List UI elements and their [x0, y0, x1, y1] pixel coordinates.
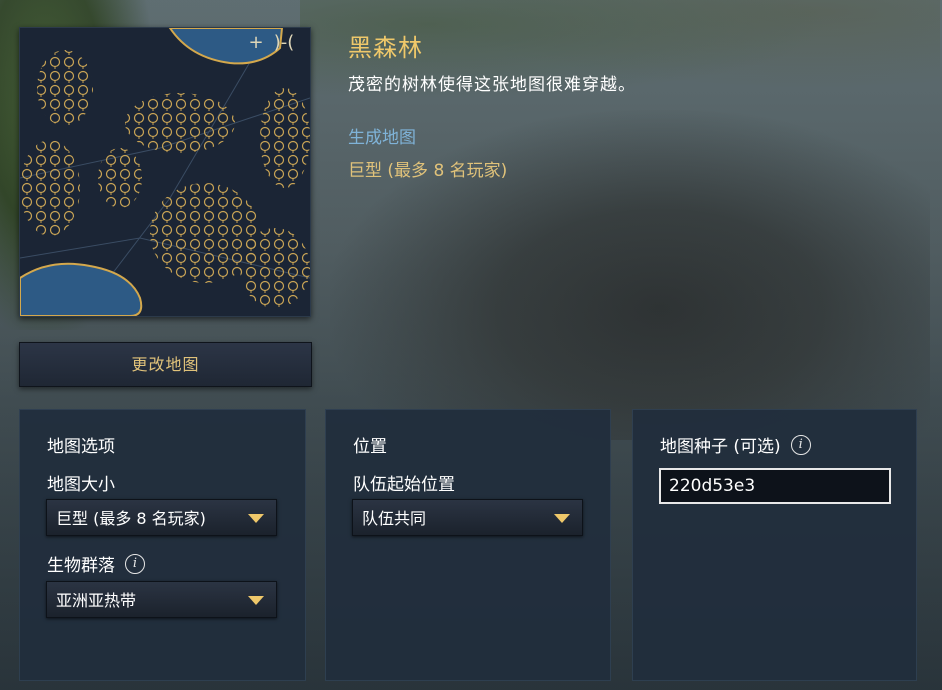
biome-label: 生物群落 i — [47, 551, 145, 576]
map-size-dropdown[interactable]: 巨型 (最多 8 名玩家) — [46, 499, 277, 536]
map-symbol-button[interactable]: )-( — [271, 28, 297, 56]
zoom-in-button[interactable]: + — [243, 28, 269, 56]
chevron-down-icon — [554, 514, 570, 523]
map-size-info: 巨型 (最多 8 名玩家) — [348, 161, 508, 181]
info-icon[interactable]: i — [125, 553, 145, 574]
biome-dropdown[interactable]: 亚洲亚热带 — [46, 581, 277, 618]
map-preview: + )-( — [19, 27, 311, 317]
map-options-title: 地图选项 — [47, 437, 115, 457]
biome-value: 亚洲亚热带 — [56, 591, 137, 610]
map-size-label-text: 地图大小 — [47, 475, 115, 495]
map-seed-label: 地图种子 (可选) i — [660, 432, 811, 457]
position-panel: 位置 队伍起始位置 队伍共同 — [325, 409, 611, 681]
map-title: 黑森林 — [348, 34, 423, 62]
map-seed-label-text: 地图种子 (可选) — [660, 437, 781, 457]
info-icon[interactable]: i — [790, 434, 811, 455]
change-map-button[interactable]: 更改地图 — [19, 342, 312, 387]
map-size-label: 地图大小 — [47, 470, 115, 495]
team-start-label-text: 队伍起始位置 — [353, 475, 455, 495]
team-start-value: 队伍共同 — [362, 509, 427, 528]
position-title: 位置 — [353, 437, 387, 457]
generate-map-link[interactable]: 生成地图 — [348, 123, 416, 148]
map-size-value: 巨型 (最多 8 名玩家) — [56, 509, 206, 528]
map-seed-input[interactable] — [659, 468, 891, 504]
chevron-down-icon — [248, 514, 264, 523]
biome-label-text: 生物群落 — [47, 556, 115, 576]
map-seed-panel: 地图种子 (可选) i — [632, 409, 917, 681]
map-preview-art — [20, 28, 310, 316]
team-start-label: 队伍起始位置 — [353, 470, 455, 495]
map-options-panel: 地图选项 地图大小 巨型 (最多 8 名玩家) 生物群落 i 亚洲亚热带 — [19, 409, 306, 681]
chevron-down-icon — [248, 596, 264, 605]
map-description: 茂密的树林使得这张地图很难穿越。 — [348, 75, 636, 95]
team-start-dropdown[interactable]: 队伍共同 — [352, 499, 583, 536]
